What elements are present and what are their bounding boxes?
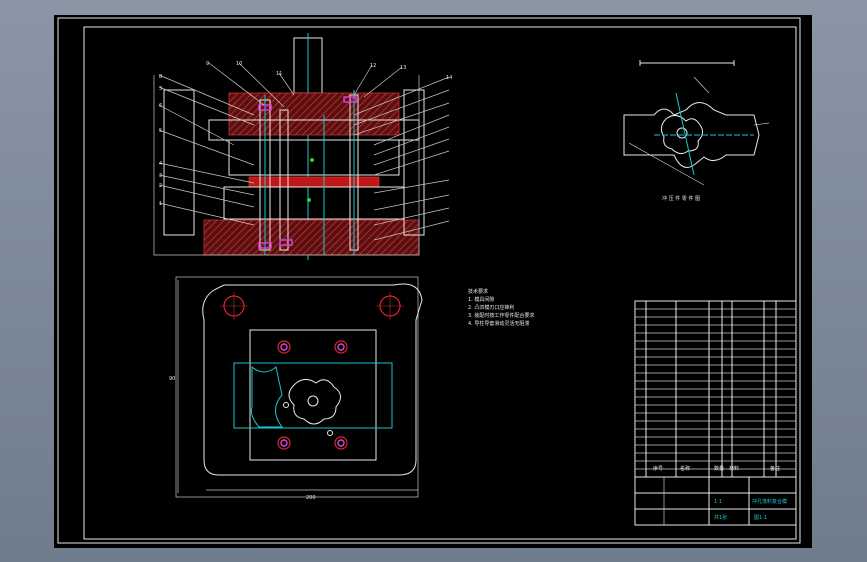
note-line: 3. 装配时按工作零件配合要求 (468, 312, 534, 319)
part-number-label: 13 (400, 65, 406, 71)
drawing-outer-border (57, 17, 801, 544)
bom-header-no: 序号 (653, 465, 663, 472)
note-line: 1. 模具间隙 (468, 296, 494, 303)
title-drawing-name: 冲孔落料复合模 (752, 498, 787, 505)
drawing-inner-frame (83, 26, 797, 540)
part-number-label: 6 (159, 103, 162, 109)
bom-header-remark: 备注 (770, 465, 780, 472)
bom-header-qty: 数量 (714, 465, 724, 472)
bom-header-material: 材料 (729, 465, 739, 472)
title-scale: 1:1 (714, 499, 722, 505)
part-detail-view (623, 60, 770, 186)
cad-drawing-canvas: 8 3 6 5 4 3 2 1 9 10 11 12 13 14 200 90 … (57, 17, 801, 544)
die-plan-view (175, 276, 423, 498)
technical-notes: 技术要求 1. 模具间隙 2. 凸凹模刃口应锋利 3. 装配时按工作零件配合要求… (468, 288, 534, 327)
part-number-label: 3 (159, 173, 162, 179)
part-number-label: 1 (159, 201, 162, 207)
part-number-label: 14 (446, 75, 452, 81)
part-number-label: 3 (159, 86, 162, 92)
dimension-width-label: 200 (306, 495, 316, 501)
part-number-label: 5 (159, 128, 162, 134)
note-line: 4. 导柱导套滑动灵活无阻滞 (468, 320, 529, 327)
part-number-label: 9 (206, 61, 209, 67)
notes-heading: 技术要求 (468, 288, 488, 295)
part-number-label: 12 (370, 63, 376, 69)
bom-header-name: 名称 (680, 465, 690, 472)
cad-drawing-viewport[interactable]: 8 3 6 5 4 3 2 1 9 10 11 12 13 14 200 90 … (54, 15, 812, 548)
part-number-label: 4 (159, 161, 162, 167)
title-sheet: 共1张 (714, 514, 727, 521)
part-number-label: 2 (159, 183, 162, 189)
title-drawing-number: 图1-1 (754, 515, 767, 521)
part-number-label: 11 (276, 71, 282, 77)
part-number-label: 10 (236, 61, 242, 67)
bill-of-materials (634, 300, 797, 478)
note-line: 2. 凸凹模刃口应锋利 (468, 304, 514, 311)
part-caption: 冲 压 件 零 件 图 (662, 195, 700, 202)
dimension-height-label: 90 (169, 376, 175, 382)
part-number-label: 8 (159, 74, 162, 80)
